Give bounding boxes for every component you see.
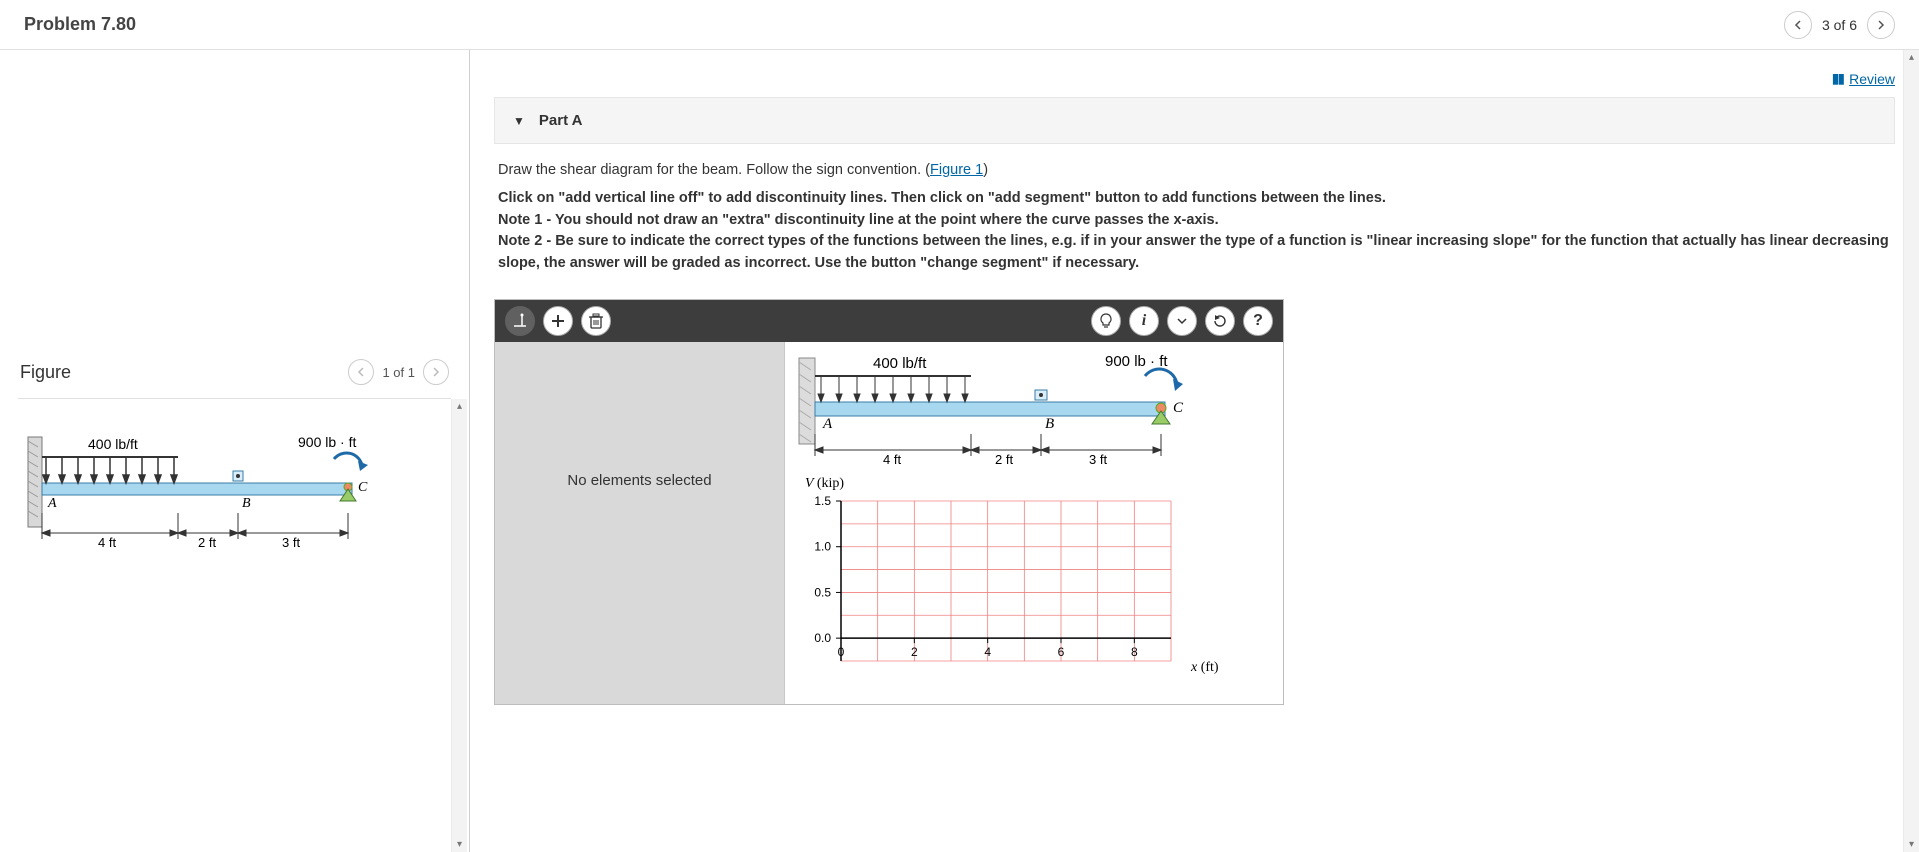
svg-text:2: 2 (911, 645, 918, 659)
shear-diagram-plot[interactable]: V (kip) x (ft) 0.0 0.5 1.0 1.5 0 2 4 6 8 (791, 471, 1271, 701)
scroll-up-icon: ▴ (457, 399, 462, 414)
add-vertical-line-button[interactable] (505, 306, 535, 336)
y-axis-label: V (kip) (805, 476, 844, 491)
x-axis-label: x (ft) (1190, 660, 1219, 675)
note-2: Note 2 - Be sure to indicate the correct… (498, 231, 1891, 275)
content-scrollbar[interactable]: ▴ ▾ (1903, 50, 1919, 852)
point-b-label: B (242, 496, 251, 511)
svg-text:4 ft: 4 ft (883, 452, 901, 467)
info-icon: i (1142, 312, 1146, 330)
content-panel: ▮▮ Review ▼ Part A Draw the shear diagra… (470, 50, 1919, 852)
next-problem-button[interactable] (1867, 11, 1895, 39)
info-button[interactable]: i (1129, 306, 1159, 336)
instructions: Draw the shear diagram for the beam. Fol… (494, 160, 1895, 289)
notes: Click on "add vertical line off" to add … (498, 188, 1891, 275)
main-area: Figure 1 of 1 (0, 50, 1919, 852)
dim-3-label: 3 ft (282, 535, 300, 550)
widget-body: No elements selected (495, 342, 1283, 704)
top-bar: Problem 7.80 3 of 6 (0, 0, 1919, 50)
part-header[interactable]: ▼ Part A (494, 97, 1895, 144)
chevron-down-icon (1176, 315, 1188, 327)
reset-icon (1212, 313, 1228, 329)
figure-prev-button[interactable] (348, 359, 374, 385)
review-row: ▮▮ Review (494, 70, 1895, 87)
svg-text:B: B (1045, 416, 1054, 432)
point-a-label: A (47, 496, 57, 511)
graph-widget: i ? No elemen (494, 299, 1284, 705)
widget-sidebar: No elements selected (495, 342, 785, 704)
flag-icon: ▮▮ (1832, 70, 1843, 87)
vertical-line-icon (511, 312, 529, 330)
part-label: Part A (539, 112, 583, 129)
figure-nav-count: 1 of 1 (382, 365, 415, 380)
scroll-down-icon: ▾ (457, 837, 462, 852)
sidebar-message: No elements selected (567, 472, 711, 489)
svg-text:2 ft: 2 ft (995, 452, 1013, 467)
figure-next-button[interactable] (423, 359, 449, 385)
widget-toolbar: i ? (495, 300, 1283, 342)
svg-text:6: 6 (1058, 645, 1065, 659)
problem-nav-count: 3 of 6 (1822, 17, 1857, 33)
dropdown-button[interactable] (1167, 306, 1197, 336)
svg-text:0.0: 0.0 (814, 631, 831, 645)
dim-2-label: 2 ft (198, 535, 216, 550)
app-root: Problem 7.80 3 of 6 Figure 1 of 1 (0, 0, 1919, 852)
scroll-down-icon: ▾ (1909, 837, 1914, 852)
add-segment-button[interactable] (543, 306, 573, 336)
hint-button[interactable] (1091, 306, 1121, 336)
moment-label: 900 lb · ft (298, 434, 356, 450)
svg-text:0: 0 (838, 645, 845, 659)
review-link[interactable]: ▮▮ Review (1832, 70, 1895, 87)
scroll-up-icon: ▴ (1909, 50, 1914, 65)
toolbar-right: i ? (1091, 306, 1273, 336)
dim-1-label: 4 ft (98, 535, 116, 550)
note-intro: Click on "add vertical line off" to add … (498, 188, 1891, 210)
svg-text:3 ft: 3 ft (1089, 452, 1107, 467)
problem-title: Problem 7.80 (24, 14, 136, 35)
chevron-left-icon (1793, 20, 1803, 30)
caret-down-icon: ▼ (513, 114, 525, 128)
review-label: Review (1849, 71, 1895, 87)
figure-body: 400 lb/ft (0, 399, 469, 852)
svg-text:900 lb · ft: 900 lb · ft (1105, 353, 1168, 370)
problem-nav: 3 of 6 (1784, 11, 1895, 39)
chevron-right-icon (1876, 20, 1886, 30)
figure-nav: 1 of 1 (348, 359, 449, 385)
chevron-left-icon (356, 367, 366, 377)
svg-text:0.5: 0.5 (814, 585, 831, 599)
toolbar-left (505, 306, 611, 336)
help-button[interactable]: ? (1243, 306, 1273, 336)
reset-button[interactable] (1205, 306, 1235, 336)
lightbulb-icon (1098, 313, 1114, 329)
svg-text:4: 4 (984, 645, 991, 659)
figure-link[interactable]: Figure 1 (930, 162, 983, 178)
trash-icon (589, 313, 603, 329)
svg-text:1.5: 1.5 (814, 494, 831, 508)
svg-text:1.0: 1.0 (814, 539, 831, 553)
prompt-text: Draw the shear diagram for the beam. Fol… (498, 160, 1891, 182)
beam-figure-small: 400 lb/ft (18, 417, 451, 577)
prev-problem-button[interactable] (1784, 11, 1812, 39)
question-icon: ? (1253, 312, 1263, 330)
figure-title: Figure (20, 362, 71, 383)
plus-icon (550, 313, 566, 329)
beam-figure-large: 400 lb/ft 900 lb · ft A B C (791, 348, 1271, 468)
figure-panel: Figure 1 of 1 (0, 50, 470, 852)
delete-button[interactable] (581, 306, 611, 336)
svg-text:C: C (1173, 400, 1184, 416)
dist-load-label: 400 lb/ft (88, 436, 138, 452)
svg-text:400 lb/ft: 400 lb/ft (873, 355, 927, 372)
note-1: Note 1 - You should not draw an "extra" … (498, 210, 1891, 232)
chevron-right-icon (431, 367, 441, 377)
svg-text:A: A (822, 416, 833, 432)
figure-scrollbar[interactable]: ▴ ▾ (451, 399, 467, 852)
widget-plot-area[interactable]: 400 lb/ft 900 lb · ft A B C (785, 342, 1283, 704)
point-c-label: C (358, 480, 368, 495)
figure-header: Figure 1 of 1 (0, 350, 469, 394)
svg-text:8: 8 (1131, 645, 1138, 659)
